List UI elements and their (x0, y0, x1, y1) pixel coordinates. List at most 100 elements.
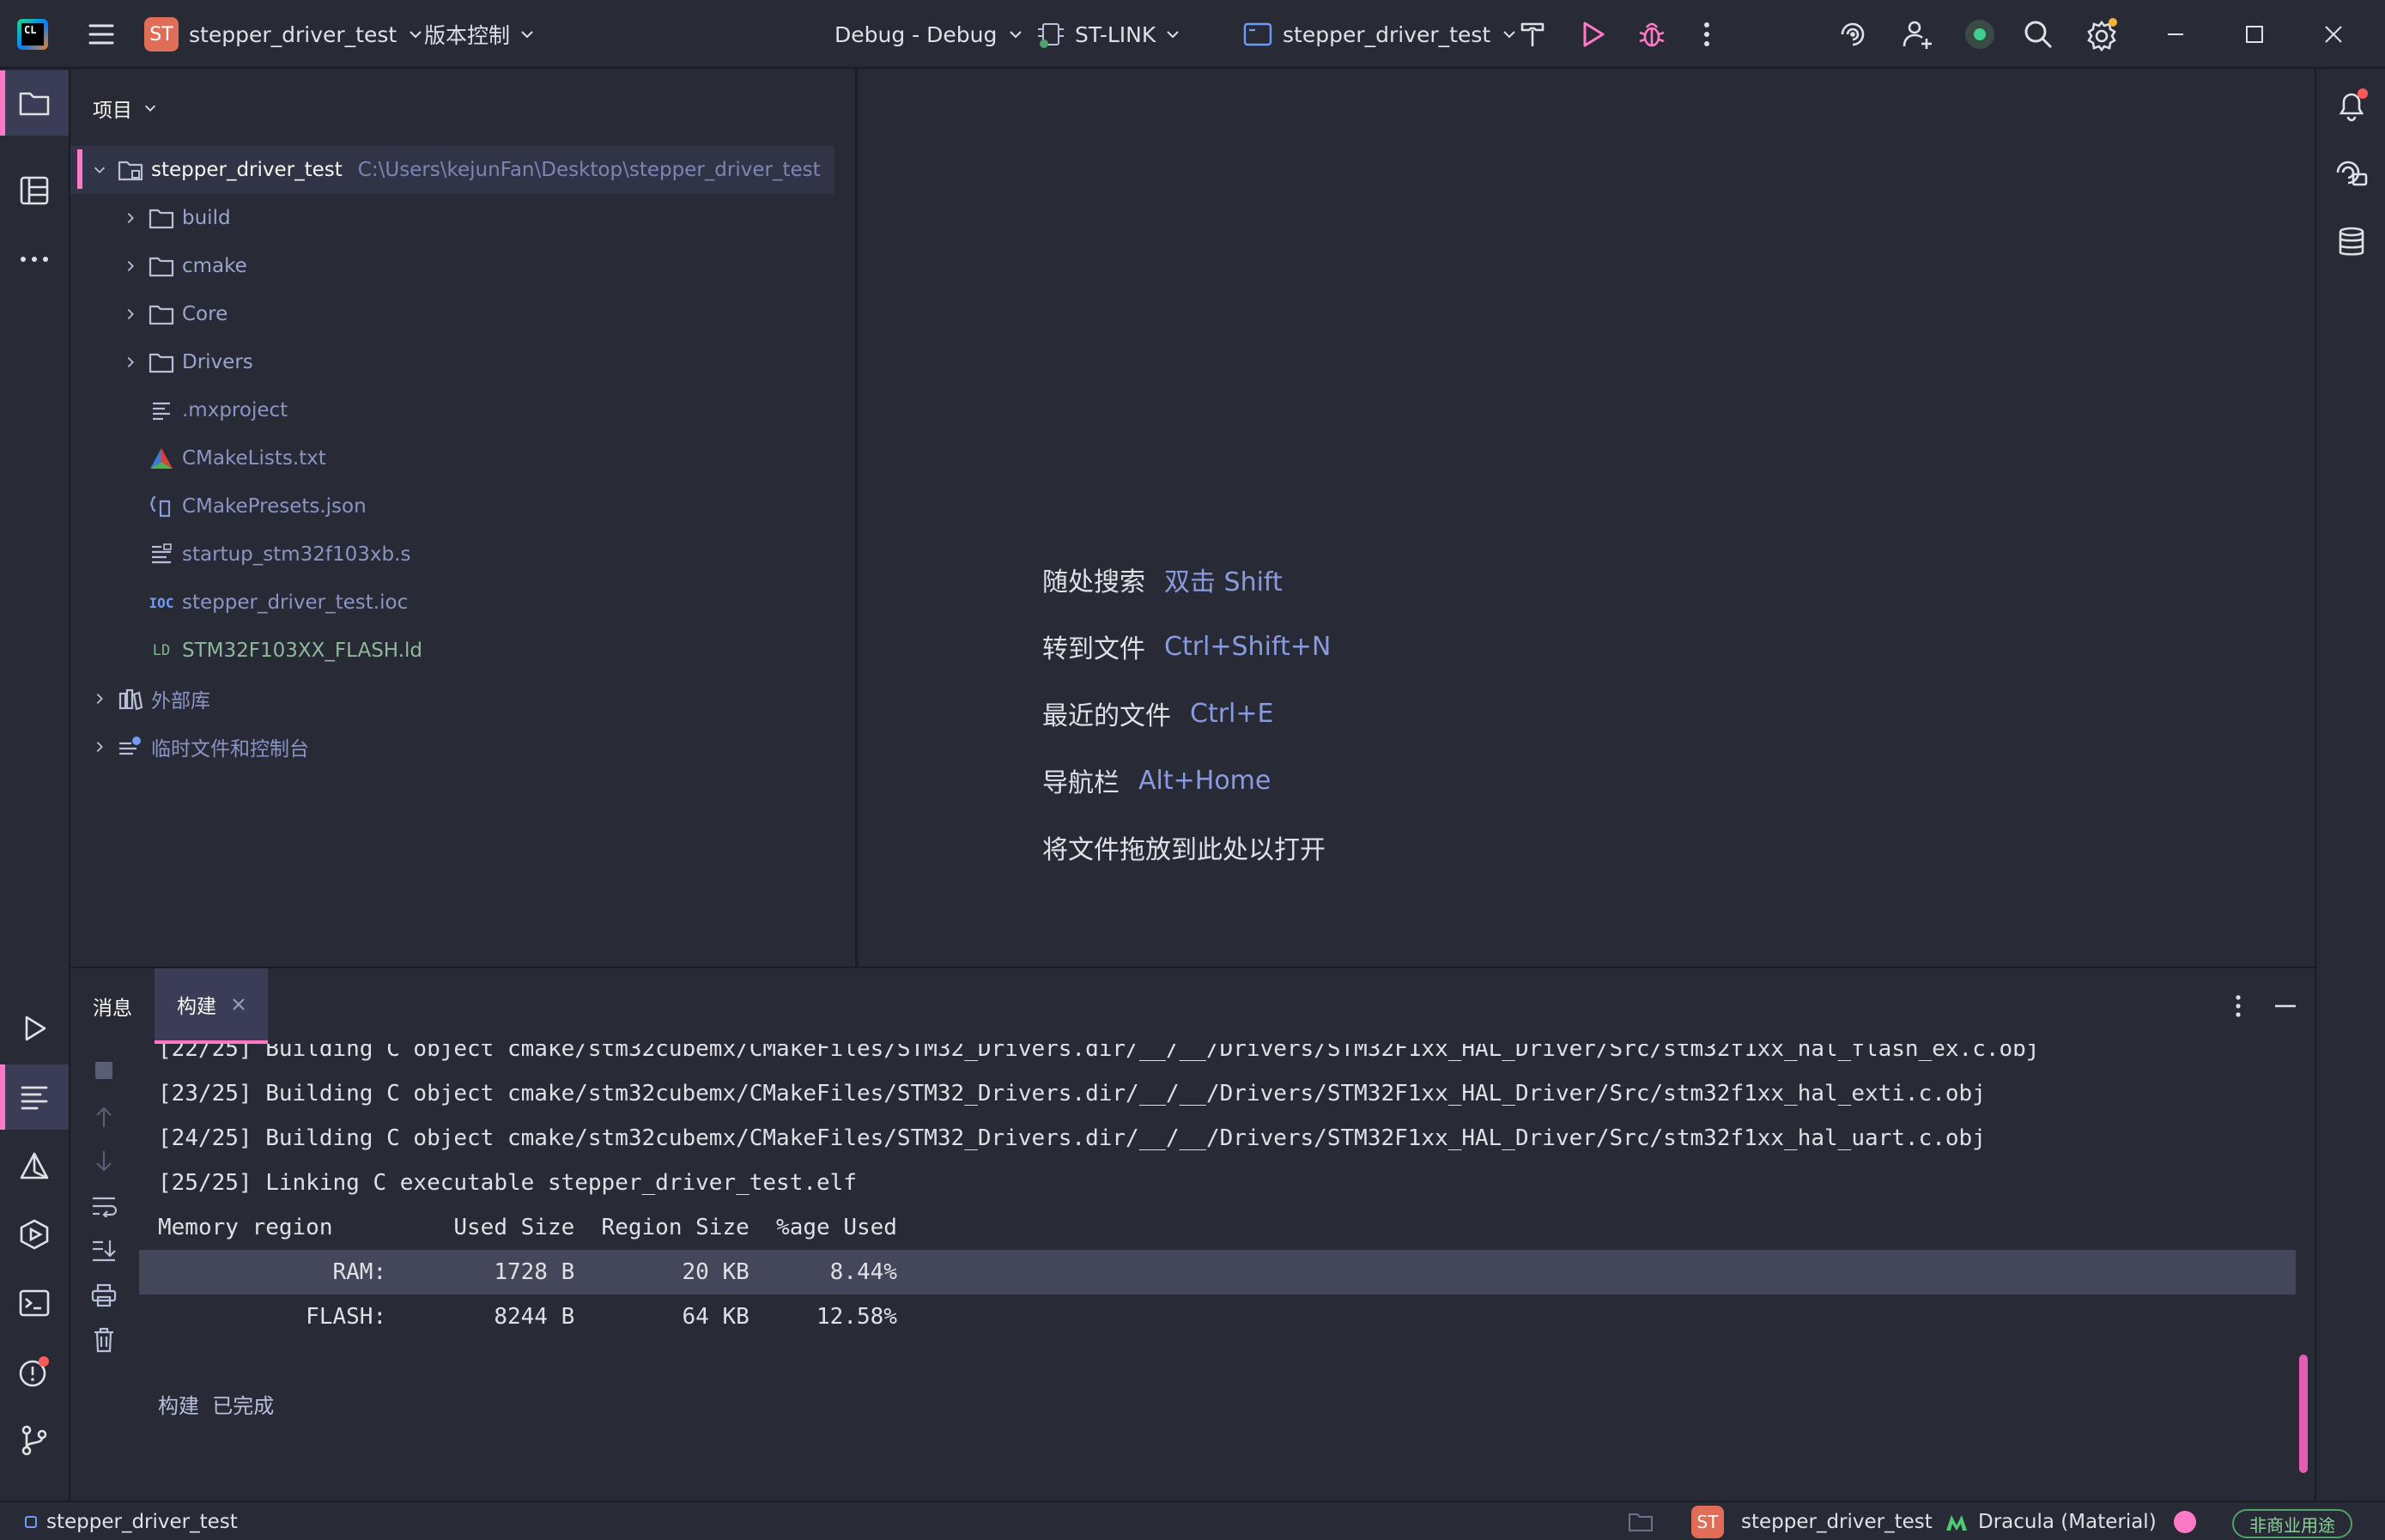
tree-folder-build[interactable]: build (70, 194, 857, 242)
project-view-selector[interactable]: 项目 (93, 91, 158, 125)
next-message-button[interactable] (86, 1143, 122, 1179)
debug-button[interactable] (1636, 0, 1667, 69)
run-config-selector[interactable]: Debug - Debug (834, 0, 1024, 69)
project-badge: ST (144, 17, 179, 52)
stop-icon (95, 1062, 112, 1079)
project-tree: stepper_driver_test C:\Users\kejunFan\De… (70, 146, 857, 771)
tree-root-stepper-driver-test[interactable]: stepper_driver_test C:\Users\kejunFan\De… (70, 146, 834, 194)
console-scrollbar[interactable] (2299, 1355, 2308, 1473)
hint-recent-files: 最近的文件 Ctrl+E (1042, 680, 1331, 747)
tree-file-startup[interactable]: startup_stm32f103xb.s (70, 531, 857, 579)
minimize-button[interactable] (2165, 0, 2186, 69)
maximize-icon (2246, 26, 2263, 43)
cmake-tool-button[interactable] (0, 1133, 69, 1198)
hint-label: 导航栏 (1042, 768, 1120, 798)
tree-folder-drivers[interactable]: Drivers (70, 338, 857, 386)
more-tools-button[interactable] (0, 227, 69, 292)
hint-goto-file: 转到文件 Ctrl+Shift+N (1042, 613, 1331, 680)
database-button[interactable] (2318, 209, 2385, 275)
chevron-right-icon[interactable] (89, 688, 110, 709)
chevron-down-icon (1503, 31, 1515, 39)
tree-file-cmakepresets[interactable]: CMakePresets.json (70, 482, 857, 531)
git-tool-button[interactable] (0, 1408, 69, 1473)
more-actions-button[interactable] (1702, 0, 1712, 69)
console-line: [24/25] Building C object cmake/stm32cub… (158, 1125, 1986, 1151)
build-tool-button[interactable] (0, 1064, 69, 1130)
editor-area[interactable]: 随处搜索 双击 Shift 转到文件 Ctrl+Shift+N 最近的文件 Ct… (859, 69, 2315, 967)
add-user-button[interactable] (1901, 0, 1933, 69)
linker-script-icon: LD (152, 642, 171, 659)
theme-name: Dracula (Material) (1978, 1511, 2157, 1533)
maximize-button[interactable] (2244, 0, 2265, 69)
tree-item-label: CMakeLists.txt (182, 447, 326, 470)
services-tool-button[interactable] (0, 1202, 69, 1267)
tree-file-ld[interactable]: LD STM32F103XX_FLASH.ld (70, 627, 857, 675)
status-project-breadcrumb[interactable]: stepper_driver_test (24, 1502, 238, 1540)
stop-button[interactable] (86, 1052, 122, 1088)
tree-external-libraries[interactable]: 外部库 (70, 675, 857, 723)
run-button[interactable] (1578, 0, 1607, 69)
vcs-menu[interactable]: 版本控制 (424, 0, 536, 69)
hint-label: 转到文件 (1042, 634, 1145, 664)
hide-panel-icon[interactable] (2273, 994, 2297, 1018)
license-badge[interactable]: 非商业用途 (2232, 1509, 2352, 1538)
build-button[interactable] (1518, 0, 1547, 69)
notifications-button[interactable] (2318, 72, 2385, 137)
debugger-selector[interactable]: ST-LINK (1035, 0, 1181, 69)
chevron-right-icon[interactable] (89, 737, 110, 757)
previous-message-button[interactable] (86, 1099, 122, 1135)
cmake-triangle-icon (20, 1152, 49, 1179)
soft-wrap-button[interactable] (86, 1188, 122, 1224)
chevron-right-icon[interactable] (120, 304, 141, 324)
chevron-right-icon[interactable] (120, 208, 141, 228)
tree-file-ioc[interactable]: IOC stepper_driver_test.ioc (70, 579, 857, 627)
run-tool-button[interactable] (0, 996, 69, 1061)
structure-tool-button[interactable] (0, 158, 69, 223)
chevron-right-icon[interactable] (120, 352, 141, 373)
project-switcher[interactable]: ST stepper_driver_test (144, 0, 424, 69)
more-vertical-icon[interactable] (2234, 994, 2242, 1018)
settings-button[interactable] (2085, 0, 2119, 69)
ai-assistant-button[interactable] (1837, 0, 1868, 69)
project-tool-button[interactable] (0, 70, 69, 136)
status-theme[interactable]: Dracula (Material) (1945, 1502, 2157, 1540)
arrow-down-icon (96, 1151, 112, 1172)
project-panel: 项目 stepper_driver_test C:\Users\kejunFan… (70, 69, 857, 967)
ai-chat-button[interactable] (2318, 141, 2385, 206)
build-log-icon (21, 1086, 48, 1110)
folder-icon (148, 349, 175, 376)
console-line: Memory region Used Size Region Size %age… (158, 1215, 897, 1240)
tree-scratches[interactable]: 临时文件和控制台 (70, 723, 857, 771)
hint-drop-files: 将文件拖放到此处以打开 (1042, 814, 1331, 881)
target-selector[interactable]: stepper_driver_test (1243, 0, 1518, 69)
print-button[interactable] (86, 1277, 122, 1313)
close-window-button[interactable] (2323, 0, 2344, 69)
problems-tool-button[interactable] (0, 1339, 69, 1404)
tree-folder-core[interactable]: Core (70, 290, 857, 338)
status-folder-button[interactable] (1628, 1502, 1654, 1540)
clear-button[interactable] (86, 1322, 122, 1358)
run-config-label: Debug - Debug (834, 21, 998, 47)
run-icon (1583, 21, 1605, 47)
terminal-tool-button[interactable] (0, 1270, 69, 1336)
tree-file-mxproject[interactable]: .mxproject (70, 386, 857, 434)
status-pink-indicator[interactable] (2172, 1502, 2198, 1540)
tree-file-cmakelists[interactable]: CMakeLists.txt (70, 434, 857, 482)
chevron-down-icon[interactable] (89, 160, 110, 180)
main-menu-button[interactable] (84, 0, 118, 69)
app-logo[interactable]: CL (17, 0, 48, 69)
tree-folder-cmake[interactable]: cmake (70, 242, 857, 290)
title-bar: CL ST stepper_driver_test 版本控制 Debug - D… (0, 0, 2385, 69)
search-button[interactable] (2023, 0, 2054, 69)
status-project-switcher[interactable]: ST stepper_driver_test (1691, 1502, 1933, 1540)
scroll-to-end-button[interactable] (86, 1233, 122, 1269)
tab-build[interactable]: 构建 (155, 968, 268, 1044)
terminal-icon (19, 1289, 50, 1317)
plugin-status[interactable] (1963, 0, 1997, 69)
chevron-right-icon[interactable] (120, 256, 141, 276)
tab-messages[interactable]: 消息 (70, 968, 155, 1044)
build-console[interactable]: [22/25] Building C object cmake/stm32cub… (139, 1044, 2296, 1502)
run-icon (25, 1016, 46, 1041)
ai-assistant-icon (1841, 22, 1865, 46)
close-icon[interactable] (232, 997, 246, 1011)
